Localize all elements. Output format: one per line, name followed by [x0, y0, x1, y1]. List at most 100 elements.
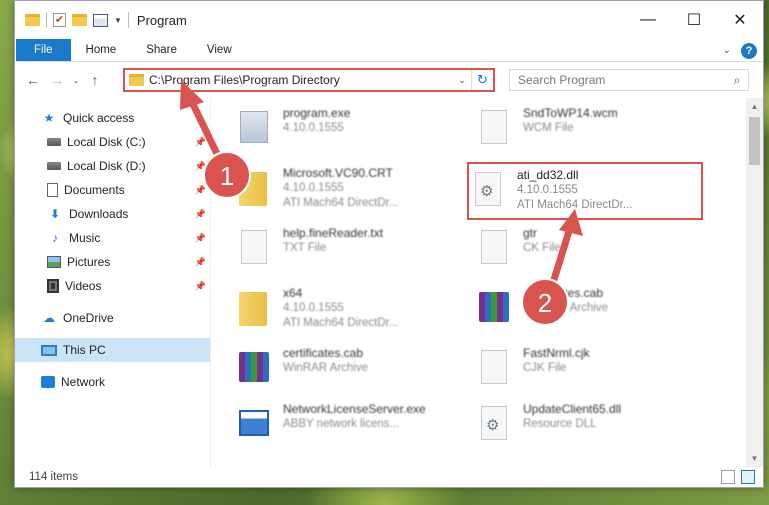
- recent-locations-button[interactable]: ⌄: [69, 76, 83, 85]
- refresh-icon[interactable]: ↻: [471, 70, 493, 90]
- address-path[interactable]: C:\Program Files\Program Directory: [149, 73, 453, 87]
- sidebar-item-music[interactable]: ♪ Music 📌: [15, 226, 210, 250]
- sidebar-item-this-pc[interactable]: This PC: [15, 338, 210, 362]
- dll-gear-icon: [477, 404, 511, 446]
- folder-icon: [25, 14, 40, 26]
- pin-icon[interactable]: 📌: [195, 185, 206, 196]
- file-item[interactable]: x64 4.10.0.1555 ATI Mach64 DirectDr...: [237, 286, 457, 336]
- app-icon: [237, 404, 271, 446]
- sidebar-item-local-disk-c[interactable]: Local Disk (C:) 📌: [15, 130, 210, 154]
- window-title: Program: [136, 12, 187, 28]
- sidebar-item-label: Documents: [64, 183, 125, 197]
- navigation-bar: ← → ⌄ ↑ C:\Program Files\Program Directo…: [15, 62, 763, 98]
- minimize-button[interactable]: —: [625, 1, 671, 39]
- tab-file[interactable]: File: [16, 39, 71, 61]
- sidebar-item-videos[interactable]: Videos 📌: [15, 274, 210, 298]
- downloads-icon: ⬇: [49, 207, 61, 221]
- file-meta: 4.10.0.1555: [283, 182, 344, 194]
- dll-gear-icon: [471, 170, 505, 212]
- address-dropdown-icon[interactable]: ⌄: [453, 75, 471, 86]
- view-toggle: [721, 470, 755, 484]
- large-icons-view-icon[interactable]: [741, 470, 755, 484]
- back-button[interactable]: ←: [21, 72, 45, 88]
- folder-icon: [237, 168, 271, 210]
- file-name: help.fineReader.txt: [283, 226, 384, 240]
- window-controls: — ☐ ✕: [625, 1, 763, 39]
- file-item[interactable]: program.exe 4.10.0.1555: [237, 106, 457, 156]
- search-box[interactable]: ⌕: [509, 69, 749, 91]
- main-content: ★ Quick access Local Disk (C:) 📌 Local D…: [15, 98, 763, 467]
- file-name: program.exe: [283, 106, 351, 120]
- up-button[interactable]: ↑: [83, 72, 107, 88]
- file-meta: WinRAR Archive: [283, 362, 368, 374]
- document-icon: [237, 228, 271, 270]
- customize-toolbar-icon[interactable]: ▼: [114, 16, 122, 25]
- sidebar-item-label: Pictures: [67, 255, 111, 269]
- file-item[interactable]: FastNrml.cjk CJK File: [477, 346, 697, 396]
- sidebar-item-quick-access[interactable]: ★ Quick access: [15, 106, 210, 130]
- pin-icon[interactable]: 📌: [195, 257, 206, 268]
- onedrive-cloud-icon: ☁: [43, 311, 55, 325]
- file-meta: ABBY network licens...: [283, 418, 400, 430]
- sidebar-item-pictures[interactable]: Pictures 📌: [15, 250, 210, 274]
- file-item[interactable]: gtr CK File: [477, 226, 697, 276]
- forward-button[interactable]: →: [45, 72, 69, 88]
- properties-check-icon[interactable]: ✔: [53, 13, 66, 27]
- address-bar[interactable]: C:\Program Files\Program Directory ⌄ ↻: [123, 68, 495, 92]
- file-meta: CK File: [523, 242, 561, 254]
- sidebar-item-label: Local Disk (C:): [67, 135, 146, 149]
- file-item[interactable]: UpdateClient65.dll Resource DLL: [477, 402, 697, 452]
- sidebar-item-onedrive[interactable]: ☁ OneDrive: [15, 306, 210, 330]
- disk-icon: [47, 138, 61, 146]
- file-name: ati_dd32.dll: [517, 168, 579, 182]
- file-meta: 4.10.0.1555: [517, 184, 578, 196]
- help-icon[interactable]: ?: [741, 42, 757, 59]
- file-item-highlighted[interactable]: ati_dd32.dll 4.10.0.1555 ATI Mach64 Dire…: [467, 162, 703, 220]
- folder-icon: [237, 288, 271, 330]
- new-folder-icon[interactable]: [72, 14, 87, 26]
- expand-ribbon-icon[interactable]: ⌄: [723, 45, 731, 56]
- search-icon[interactable]: ⌕: [726, 73, 748, 88]
- sidebar-item-local-disk-d[interactable]: Local Disk (D:) 📌: [15, 154, 210, 178]
- toolbar-divider: [46, 12, 47, 28]
- close-button[interactable]: ✕: [717, 1, 763, 39]
- sidebar-item-label: Music: [69, 231, 101, 245]
- star-icon: ★: [43, 111, 55, 125]
- scroll-up-icon[interactable]: ▲: [746, 98, 763, 115]
- sidebar-item-label: Network: [61, 375, 106, 389]
- sidebar-item-documents[interactable]: Documents 📌: [15, 178, 210, 202]
- file-name: SndToWP14.wcm: [523, 106, 618, 120]
- tab-home[interactable]: Home: [71, 39, 132, 61]
- document-icon: [477, 348, 511, 390]
- file-item[interactable]: Microsoft.VC90.CRT 4.10.0.1555 ATI Mach6…: [237, 166, 457, 216]
- tab-share[interactable]: Share: [131, 39, 192, 61]
- pin-icon[interactable]: 📌: [195, 281, 206, 292]
- file-meta: 4.10.0.1555: [283, 122, 344, 134]
- quick-access-toolbar: ✔ ▼: [15, 1, 129, 39]
- tab-view[interactable]: View: [192, 39, 247, 61]
- pin-icon[interactable]: 📌: [195, 137, 206, 148]
- maximize-button[interactable]: ☐: [671, 1, 717, 39]
- properties-icon[interactable]: [93, 13, 108, 27]
- scroll-down-icon[interactable]: ▼: [746, 450, 763, 467]
- sidebar-item-downloads[interactable]: ⬇ Downloads 📌: [15, 202, 210, 226]
- file-meta: ATI Mach64 DirectDr...: [283, 317, 399, 329]
- vertical-scrollbar[interactable]: ▲ ▼: [746, 98, 763, 467]
- pin-icon[interactable]: 📌: [195, 233, 206, 244]
- sidebar-item-label: Local Disk (D:): [67, 159, 146, 173]
- details-view-icon[interactable]: [721, 470, 735, 484]
- file-item[interactable]: certificates.cab WinRAR Archive: [237, 346, 457, 396]
- file-item[interactable]: NetworkLicenseServer.exe ABBY network li…: [237, 402, 457, 452]
- file-item[interactable]: SndToWP14.wcm WCM File: [477, 106, 697, 156]
- file-name: gtr: [523, 226, 538, 240]
- pin-icon[interactable]: 📌: [195, 209, 206, 220]
- folder-icon: [129, 74, 144, 86]
- search-input[interactable]: [518, 73, 726, 87]
- disk-icon: [47, 162, 61, 170]
- file-item[interactable]: help.fineReader.txt TXT File: [237, 226, 457, 276]
- pin-icon[interactable]: 📌: [195, 161, 206, 172]
- file-meta: WinRAR Archive: [523, 302, 608, 314]
- file-item[interactable]: certificates.cab WinRAR Archive: [477, 286, 697, 336]
- sidebar-item-network[interactable]: Network: [15, 370, 210, 394]
- scroll-thumb[interactable]: [749, 117, 760, 165]
